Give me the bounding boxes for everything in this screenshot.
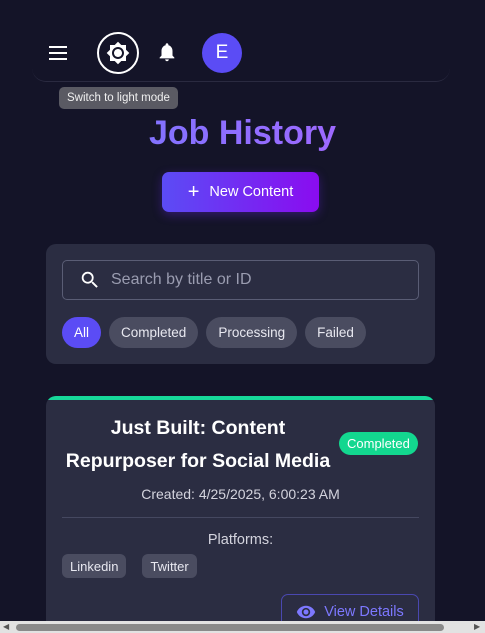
user-avatar[interactable]: E [202,33,242,73]
filter-chip-completed[interactable]: Completed [109,317,199,348]
platforms-label: Platforms: [207,532,274,548]
filter-chip-failed[interactable]: Failed [305,317,366,348]
theme-tooltip: Switch to light mode [59,87,178,109]
filter-panel: All Completed Processing Failed [46,244,435,364]
job-title: Just Built: Content Repurposer for Socia… [65,417,331,472]
search-icon [81,271,98,288]
top-app-bar: E [32,24,450,82]
platform-tags: Linkedin Twitter [62,554,197,578]
theme-toggle-button[interactable] [97,32,139,74]
created-timestamp: Created: 4/25/2025, 6:00:23 AM [141,486,340,502]
scroll-right-icon[interactable]: ▶ [474,623,482,631]
search-field[interactable] [62,260,419,300]
platform-tag-twitter: Twitter [142,554,197,578]
divider [62,517,419,518]
status-badge: Completed [339,432,418,455]
brightness-icon [106,41,130,65]
plus-icon: + [187,181,200,203]
platform-tag-linkedin: Linkedin [62,554,127,578]
new-content-button[interactable]: + New Content [162,172,319,212]
eye-icon [297,605,316,619]
menu-icon[interactable] [46,42,70,64]
new-content-label: New Content [209,184,294,200]
job-card[interactable]: Just Built: Content Repurposer for Socia… [46,396,435,633]
scrollbar-thumb[interactable] [16,624,444,631]
horizontal-scrollbar[interactable]: ◀ ▶ [0,621,485,633]
notifications-bell-icon[interactable] [156,41,178,63]
status-stripe [46,396,435,400]
filter-chip-all[interactable]: All [62,317,102,348]
status-filter-chips: All Completed Processing Failed [62,317,366,348]
page-title: Job History [0,114,485,153]
scroll-left-icon[interactable]: ◀ [3,623,11,631]
filter-chip-processing[interactable]: Processing [206,317,298,348]
search-input[interactable] [111,271,401,289]
view-details-label: View Details [324,604,404,620]
